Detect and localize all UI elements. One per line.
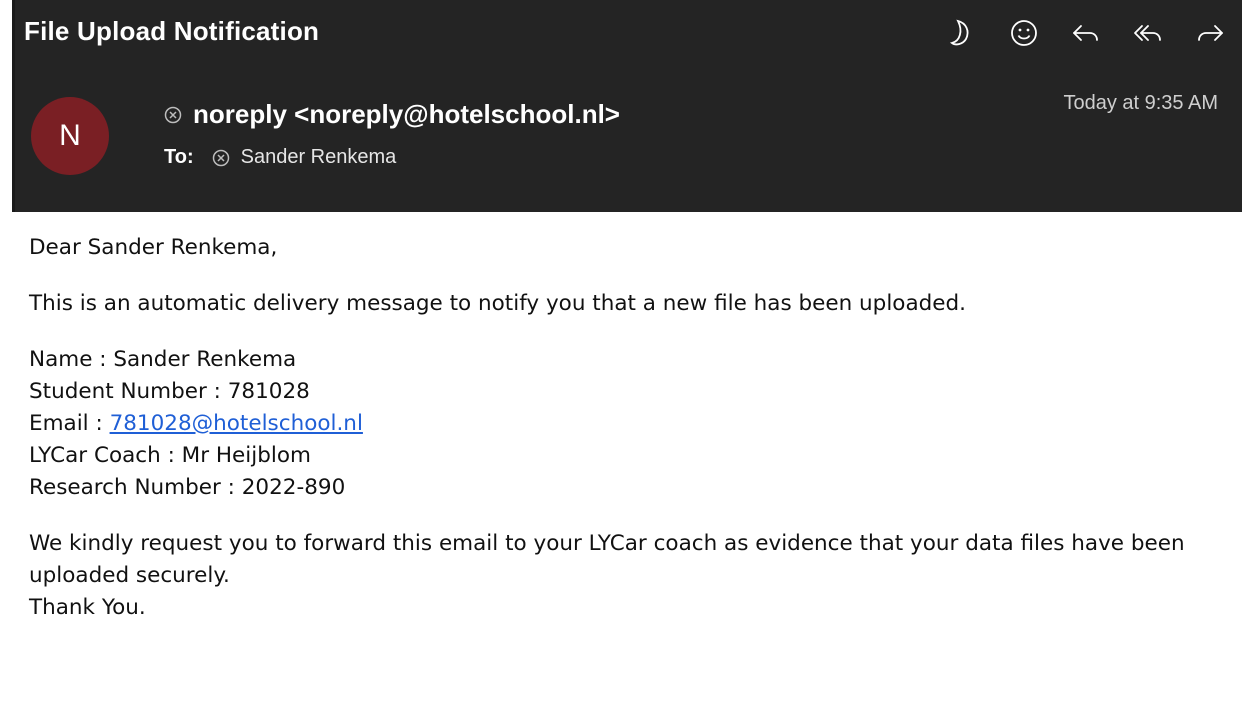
forward-icon (1198, 25, 1223, 41)
reply-icon (1073, 25, 1098, 41)
field-research-number: Research Number : 2022-890 (29, 475, 346, 500)
message-content: Dear Sander Renkema, This is an automati… (29, 232, 1229, 624)
forward-button[interactable] (1192, 15, 1228, 51)
field-email: Email : 781028@hotelschool.nl (29, 408, 1229, 440)
field-coach: LYCar Coach : Mr Heijblom (29, 443, 311, 468)
moon-button[interactable] (944, 15, 980, 51)
intro-text: This is an automatic delivery message to… (29, 291, 966, 316)
email-label: Email : (29, 411, 110, 436)
message-toolbar (918, 10, 1242, 56)
request-text: We kindly request you to forward this em… (29, 531, 1185, 588)
closing-text: Thank You. (29, 595, 146, 620)
sender-address[interactable]: noreply <noreply@hotelschool.nl> (193, 99, 620, 130)
field-student-number: Student Number : 781028 (29, 379, 310, 404)
email-link[interactable]: 781028@hotelschool.nl (110, 411, 363, 436)
message-date: Today at 9:35 AM (1063, 92, 1218, 114)
recipient-line: To: Sander Renkema (164, 146, 396, 169)
reply-button[interactable] (1068, 15, 1104, 51)
recipient-name[interactable]: Sander Renkema (241, 146, 397, 169)
message-header: File Upload Notification N noreply <nore… (12, 0, 1242, 212)
message-subject: File Upload Notification (24, 16, 320, 46)
to-label: To: (164, 146, 194, 168)
remove-sender-icon[interactable] (164, 106, 182, 124)
sender-avatar: N (31, 97, 109, 175)
greeting: Dear Sander Renkema, (29, 235, 278, 260)
emoji-button[interactable] (1006, 15, 1042, 51)
sender-line: noreply <noreply@hotelschool.nl> (164, 99, 620, 130)
reply-all-button[interactable] (1130, 15, 1166, 51)
smiley-icon (1011, 20, 1037, 46)
message-body: Dear Sander Renkema, This is an automati… (12, 212, 1242, 714)
remove-recipient-icon[interactable] (212, 149, 230, 167)
moon-icon (949, 19, 969, 46)
field-name: Name : Sander Renkema (29, 347, 297, 372)
reply-all-icon (1134, 25, 1161, 41)
